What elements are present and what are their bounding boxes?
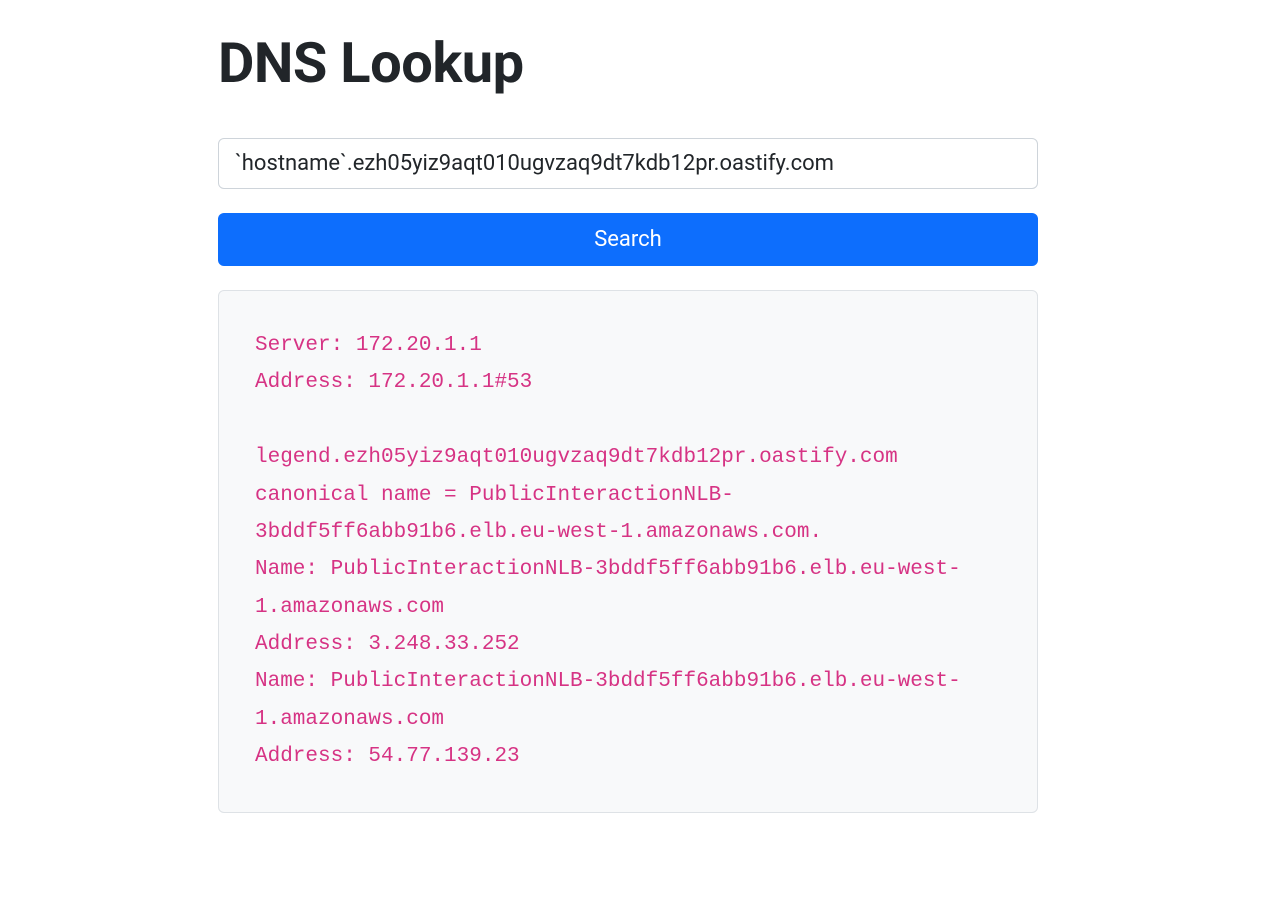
output-panel: Server: 172.20.1.1 Address: 172.20.1.1#5…	[218, 290, 1038, 813]
hostname-input[interactable]	[218, 138, 1038, 189]
dns-output: Server: 172.20.1.1 Address: 172.20.1.1#5…	[255, 327, 1001, 776]
search-button[interactable]: Search	[218, 213, 1038, 266]
page-title: DNS Lookup	[218, 30, 1038, 96]
main-container: DNS Lookup Search Server: 172.20.1.1 Add…	[218, 0, 1038, 853]
